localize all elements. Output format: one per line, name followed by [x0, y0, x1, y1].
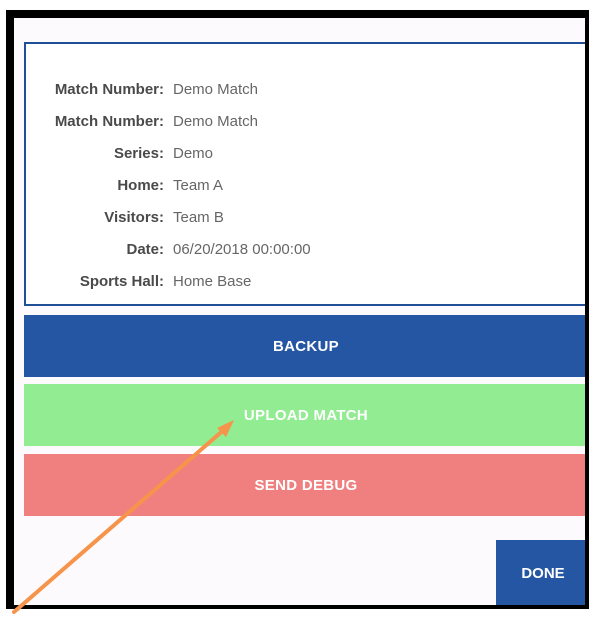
info-label: Sports Hall:	[79, 273, 164, 290]
info-label: Series:	[113, 145, 164, 162]
info-row-series: Series: Demo	[26, 144, 585, 164]
info-row-date: Date: 06/20/2018 00:00:00	[26, 240, 585, 260]
info-label: Match Number:	[54, 113, 164, 130]
info-label: Home:	[117, 177, 164, 194]
info-value: Team A	[173, 177, 224, 194]
done-button[interactable]: DONE	[496, 540, 585, 605]
info-label: Date:	[126, 241, 164, 258]
info-row-match-number: Match Number: Demo Match	[26, 112, 585, 132]
info-value: Home Base	[173, 273, 252, 290]
info-row-visitors: Visitors: Team B	[26, 208, 585, 228]
backup-button[interactable]: BACKUP	[24, 315, 585, 377]
info-value: Demo Match	[173, 113, 259, 130]
send-debug-button[interactable]: SEND DEBUG	[24, 454, 585, 516]
info-label: Visitors:	[104, 209, 164, 226]
info-row-home: Home: Team A	[26, 176, 585, 196]
info-row-match-number: Match Number: Demo Match	[26, 80, 585, 100]
info-value: Demo Match	[173, 81, 259, 98]
match-info-card: Match Number: Demo Match Match Number: D…	[24, 42, 585, 306]
info-value: Demo	[173, 145, 214, 162]
app-frame: Match Number: Demo Match Match Number: D…	[6, 10, 589, 609]
info-value: Team B	[173, 209, 224, 226]
info-value: 06/20/2018 00:00:00	[173, 241, 311, 258]
info-label: Match Number:	[54, 81, 164, 98]
info-row-sports-hall: Sports Hall: Home Base	[26, 272, 585, 292]
upload-match-button[interactable]: UPLOAD MATCH	[24, 384, 585, 446]
